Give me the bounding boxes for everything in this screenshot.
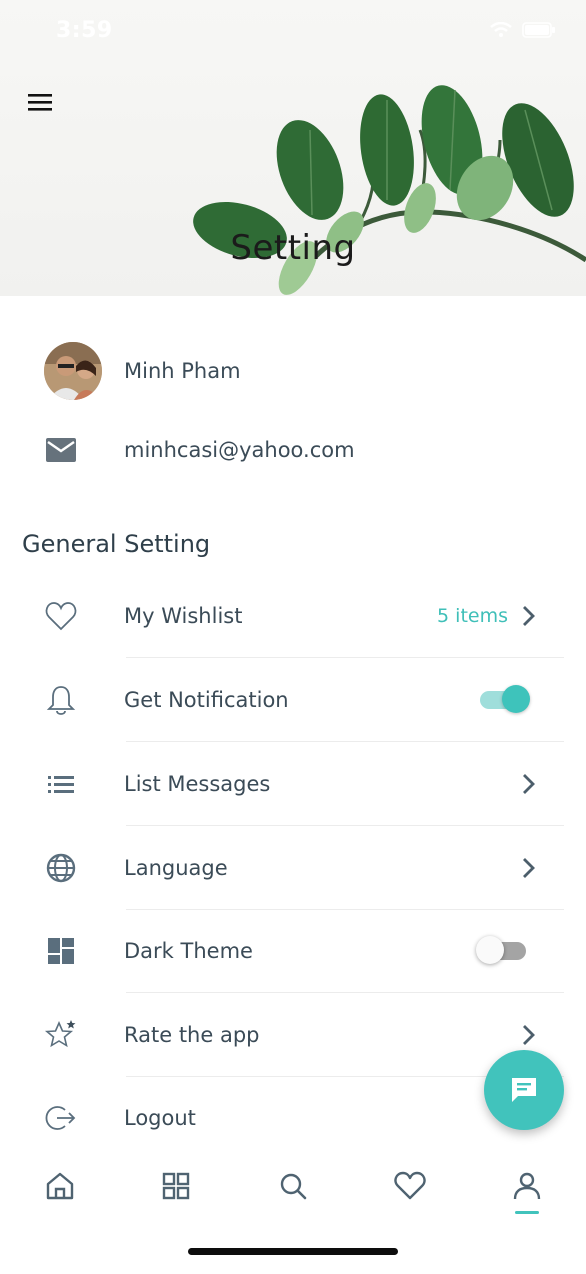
active-tab-indicator bbox=[515, 1211, 539, 1214]
avatar bbox=[44, 342, 102, 400]
chevron-right-icon bbox=[518, 604, 538, 628]
chat-fab-button[interactable] bbox=[484, 1050, 564, 1130]
globe-icon bbox=[42, 849, 80, 887]
wishlist-count: 5 items bbox=[437, 605, 508, 627]
settings-screen: 3:59 Setting Minh Pham minhcasi@yahoo.co… bbox=[0, 0, 586, 1274]
status-time: 3:59 bbox=[56, 18, 113, 43]
setting-item-wishlist[interactable]: My Wishlist 5 items bbox=[0, 574, 586, 658]
nav-search[interactable] bbox=[273, 1166, 313, 1206]
chevron-right-icon bbox=[518, 856, 538, 880]
heart-icon bbox=[394, 1171, 426, 1200]
dark-theme-toggle[interactable] bbox=[476, 936, 528, 964]
setting-label: Rate the app bbox=[124, 1023, 260, 1047]
status-bar: 3:59 bbox=[0, 0, 586, 64]
chevron-right-icon bbox=[518, 772, 538, 796]
wifi-icon bbox=[490, 22, 512, 37]
bottom-navigation bbox=[0, 1148, 586, 1228]
setting-label: Logout bbox=[124, 1106, 196, 1130]
nav-home[interactable] bbox=[40, 1166, 80, 1206]
setting-label: Dark Theme bbox=[124, 939, 253, 963]
battery-icon bbox=[522, 22, 555, 38]
setting-label: List Messages bbox=[124, 772, 271, 796]
heart-outline-icon bbox=[42, 597, 80, 635]
nav-wishlist[interactable] bbox=[390, 1166, 430, 1206]
home-indicator[interactable] bbox=[188, 1248, 398, 1255]
list-icon bbox=[42, 765, 80, 803]
home-icon bbox=[46, 1172, 74, 1200]
chevron-right-icon bbox=[518, 1023, 538, 1047]
menu-button[interactable] bbox=[22, 86, 58, 118]
logout-icon bbox=[42, 1099, 80, 1137]
profile-email-row[interactable]: minhcasi@yahoo.com bbox=[0, 415, 586, 485]
setting-label: My Wishlist bbox=[124, 604, 243, 628]
nav-categories[interactable] bbox=[156, 1166, 196, 1206]
setting-label: Language bbox=[124, 856, 228, 880]
profile-name: Minh Pham bbox=[124, 359, 241, 383]
setting-item-dark-theme: Dark Theme bbox=[0, 909, 586, 993]
setting-item-notification: Get Notification bbox=[0, 658, 586, 742]
page-title: Setting bbox=[230, 228, 356, 268]
profile-icon bbox=[513, 1172, 541, 1200]
profile-email: minhcasi@yahoo.com bbox=[124, 438, 355, 462]
header-banner: 3:59 Setting bbox=[0, 0, 586, 296]
chat-icon bbox=[512, 1078, 536, 1102]
hamburger-menu-icon bbox=[28, 94, 52, 111]
status-icons bbox=[490, 22, 556, 38]
mail-icon bbox=[46, 438, 76, 462]
grid-icon bbox=[162, 1172, 190, 1200]
search-icon bbox=[280, 1173, 307, 1200]
star-icon bbox=[42, 1016, 80, 1054]
dashboard-icon bbox=[42, 932, 80, 970]
bell-icon bbox=[42, 681, 80, 719]
setting-item-language[interactable]: Language bbox=[0, 826, 586, 910]
setting-item-list-messages[interactable]: List Messages bbox=[0, 742, 586, 826]
notification-toggle[interactable] bbox=[478, 685, 530, 713]
profile-name-row[interactable]: Minh Pham bbox=[0, 336, 586, 406]
setting-label: Get Notification bbox=[124, 688, 289, 712]
section-title-general-setting: General Setting bbox=[22, 530, 211, 558]
nav-profile[interactable] bbox=[507, 1166, 547, 1206]
